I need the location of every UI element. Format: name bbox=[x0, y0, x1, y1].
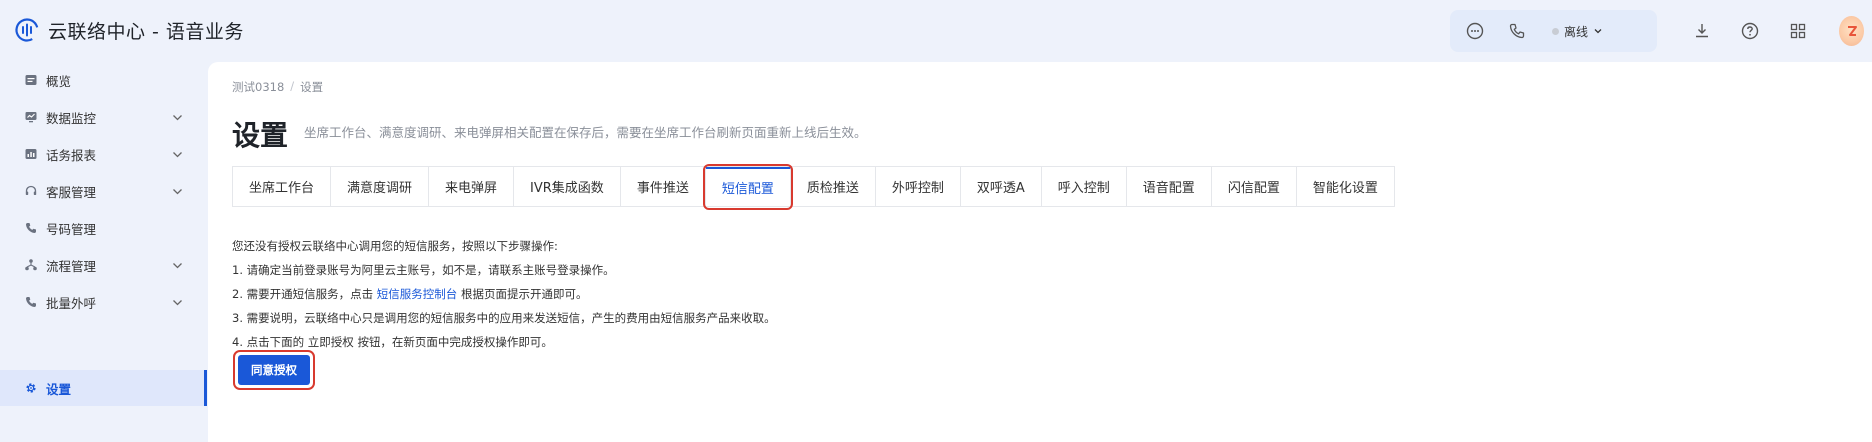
page-subtitle: 坐席工作台、满意度调研、来电弹屏相关配置在保存后，需要在坐席工作台刷新页面重新上… bbox=[304, 125, 867, 140]
tab-ivr-functions[interactable]: IVR集成函数 bbox=[514, 167, 621, 206]
apps-grid-icon[interactable] bbox=[1787, 20, 1809, 42]
breadcrumb: 测试0318 / 设置 bbox=[232, 79, 323, 95]
sidebar-item-label: 数据监控 bbox=[46, 110, 97, 126]
sidebar-item-call-report[interactable]: 话务报表 bbox=[0, 136, 207, 172]
instruction-step-2: 2. 需要开通短信服务，点击 短信服务控制台 根据页面提示开通即可。 bbox=[232, 282, 776, 306]
brand[interactable]: 云联络中心 - 语音业务 bbox=[14, 14, 244, 46]
tab-inbound-control[interactable]: 呼入控制 bbox=[1042, 167, 1127, 206]
chat-icon[interactable] bbox=[1464, 20, 1486, 42]
sms-console-link[interactable]: 短信服务控制台 bbox=[377, 287, 458, 301]
breadcrumb-separator: / bbox=[290, 79, 295, 93]
instructions-intro: 您还没有授权云联络中心调用您的短信服务，按照以下步骤操作: bbox=[232, 239, 558, 253]
sidebar-item-label: 话务报表 bbox=[46, 147, 97, 163]
monitor-icon bbox=[24, 110, 38, 124]
instruction-step-3: 3. 需要说明，云联络中心只是调用您的短信服务中的应用来发送短信，产生的费用由短… bbox=[232, 311, 776, 325]
header-actions bbox=[1691, 20, 1809, 42]
phone-icon bbox=[24, 295, 38, 309]
chevron-down-icon bbox=[173, 115, 182, 121]
phone-icon bbox=[24, 221, 38, 235]
sidebar-item-label: 流程管理 bbox=[46, 258, 97, 274]
sidebar-item-data-monitor[interactable]: 数据监控 bbox=[0, 99, 207, 135]
overview-icon bbox=[24, 73, 38, 87]
sidebar-item-batch-outbound[interactable]: 批量外呼 bbox=[0, 284, 207, 320]
app-title: 云联络中心 - 语音业务 bbox=[48, 20, 244, 43]
chevron-down-icon bbox=[173, 189, 182, 195]
sidebar-item-number-management[interactable]: 号码管理 bbox=[0, 210, 207, 246]
phone-call-icon[interactable] bbox=[1506, 20, 1528, 42]
sidebar: 概览 数据监控 话务报表 客服管理 号码管理 流程管理 批量外呼 设置 bbox=[0, 62, 207, 442]
headset-icon bbox=[24, 184, 38, 198]
sidebar-item-label: 批量外呼 bbox=[46, 295, 97, 311]
instruction-step-4: 4. 点击下面的 立即授权 按钮，在新页面中完成授权操作即可。 bbox=[232, 335, 553, 349]
chevron-down-icon bbox=[1594, 29, 1602, 34]
agree-button-highlight: 同意授权 bbox=[233, 350, 315, 390]
top-bar: 云联络中心 - 语音业务 离线 bbox=[0, 0, 1872, 62]
agent-status-select[interactable]: 离线 bbox=[1552, 23, 1603, 40]
sidebar-item-service-management[interactable]: 客服管理 bbox=[0, 173, 207, 209]
report-icon bbox=[24, 147, 38, 161]
breadcrumb-item-settings: 设置 bbox=[300, 80, 324, 94]
sidebar-item-settings[interactable]: 设置 bbox=[0, 370, 207, 406]
tab-event-push[interactable]: 事件推送 bbox=[621, 167, 706, 206]
help-icon[interactable] bbox=[1739, 20, 1761, 42]
agree-authorize-button[interactable]: 同意授权 bbox=[238, 355, 310, 385]
download-icon[interactable] bbox=[1691, 20, 1713, 42]
sidebar-item-flow-management[interactable]: 流程管理 bbox=[0, 247, 207, 283]
tab-intelligent-settings[interactable]: 智能化设置 bbox=[1297, 167, 1394, 206]
agent-status-label: 离线 bbox=[1564, 24, 1589, 39]
agent-status-bar: 离线 bbox=[1450, 10, 1658, 52]
chevron-down-icon bbox=[173, 300, 182, 306]
voice-logo-icon bbox=[15, 18, 39, 42]
gear-icon bbox=[24, 381, 38, 395]
tab-outbound-control[interactable]: 外呼控制 bbox=[876, 167, 961, 206]
step-2-text: 2. 需要开通短信服务，点击 bbox=[232, 287, 377, 301]
chevron-down-icon bbox=[173, 263, 182, 269]
flow-icon bbox=[24, 258, 38, 272]
tab-satisfaction-survey[interactable]: 满意度调研 bbox=[331, 167, 430, 206]
page-title: 设置 bbox=[232, 119, 289, 152]
instruction-step-1: 1. 请确定当前登录账号为阿里云主账号，如不是，请联系主账号登录操作。 bbox=[232, 263, 615, 277]
main-panel: 测试0318 / 设置 设置 坐席工作台、满意度调研、来电弹屏相关配置在保存后，… bbox=[208, 62, 1872, 442]
status-dot bbox=[1552, 27, 1559, 35]
sidebar-item-label: 客服管理 bbox=[46, 184, 97, 200]
sidebar-item-label: 号码管理 bbox=[46, 221, 97, 237]
chevron-down-icon bbox=[173, 152, 182, 158]
tab-sms-config[interactable]: 短信配置 bbox=[702, 164, 793, 210]
tab-incoming-popup[interactable]: 来电弹屏 bbox=[429, 167, 515, 206]
header-tools: 离线 bbox=[1450, 10, 1864, 52]
user-avatar[interactable] bbox=[1839, 16, 1864, 46]
step-2-text-after: 根据页面提示开通即可。 bbox=[457, 287, 588, 301]
tab-agent-workbench[interactable]: 坐席工作台 bbox=[233, 167, 332, 206]
tab-dual-call[interactable]: 双呼透A bbox=[961, 167, 1042, 206]
avatar-mark-icon bbox=[1847, 26, 1857, 36]
tab-quality-push[interactable]: 质检推送 bbox=[791, 167, 876, 206]
tab-voice-config[interactable]: 语音配置 bbox=[1127, 167, 1212, 206]
sms-authorization-instructions: 您还没有授权云联络中心调用您的短信服务，按照以下步骤操作: 1. 请确定当前登录… bbox=[232, 234, 776, 354]
tab-flash-sms-config[interactable]: 闪信配置 bbox=[1212, 167, 1297, 206]
settings-tabs: 坐席工作台 满意度调研 来电弹屏 IVR集成函数 事件推送 短信配置 质检推送 … bbox=[232, 164, 1395, 210]
breadcrumb-item-instance[interactable]: 测试0318 bbox=[232, 79, 284, 95]
sidebar-item-label: 设置 bbox=[46, 381, 72, 397]
sidebar-item-label: 概览 bbox=[46, 73, 72, 89]
sidebar-item-overview[interactable]: 概览 bbox=[0, 62, 207, 98]
